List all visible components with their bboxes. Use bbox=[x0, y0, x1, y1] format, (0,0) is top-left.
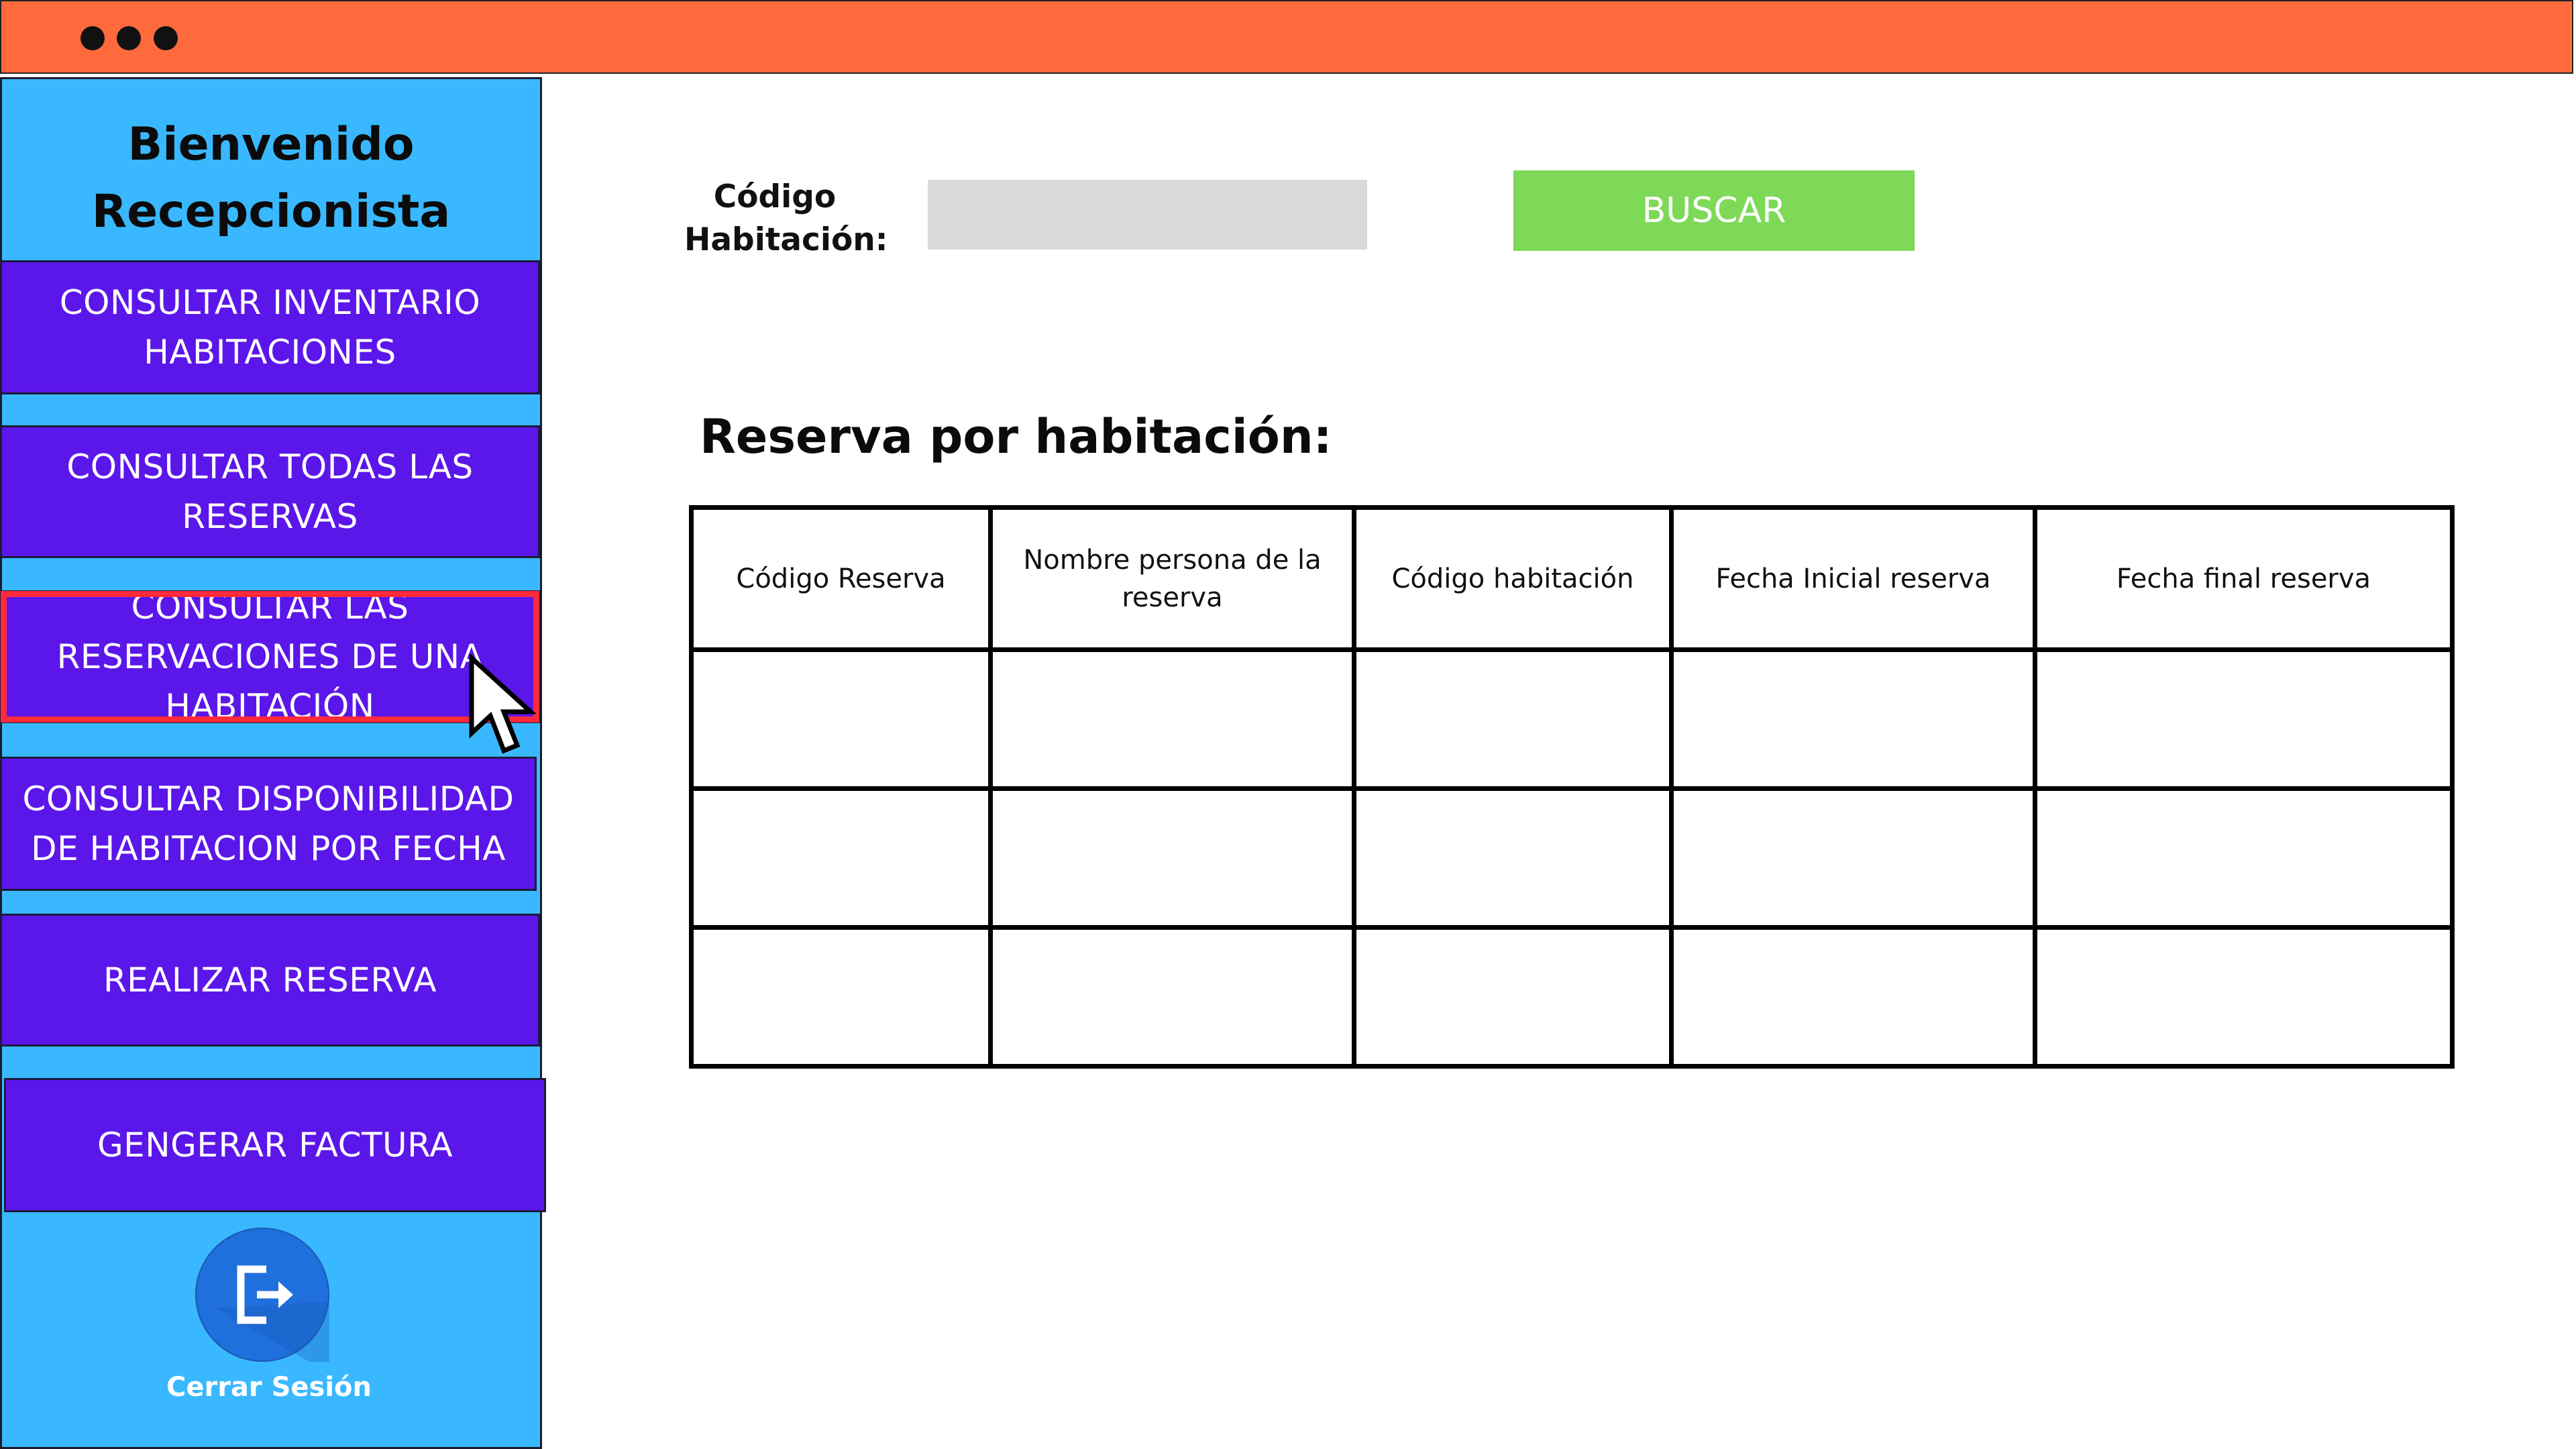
welcome-heading: Bienvenido Recepcionista bbox=[2, 111, 540, 246]
header-fecha-inicial: Fecha Inicial reserva bbox=[1669, 505, 2037, 652]
menu-button-generar-factura[interactable]: GENGERAR FACTURA bbox=[4, 1078, 546, 1212]
menu-button-disponibilidad[interactable]: CONSULTAR DISPONIBILIDAD DE HABITACION P… bbox=[0, 757, 537, 891]
header-codigo-habitacion: Código habitación bbox=[1352, 505, 1674, 652]
table-row bbox=[689, 786, 2455, 930]
table-cell bbox=[689, 647, 993, 791]
menu-button-label: CONSULTAR TODAS LAS RESERVAS bbox=[66, 447, 474, 536]
buscar-button[interactable]: BUSCAR bbox=[1513, 170, 1915, 251]
reservations-table: Código Reserva Nombre persona de la rese… bbox=[689, 505, 2455, 1069]
header-nombre-persona: Nombre persona de la reserva bbox=[988, 505, 1356, 652]
table-row bbox=[689, 647, 2455, 791]
window-dot-icon[interactable] bbox=[117, 26, 141, 50]
welcome-line-1: Bienvenido bbox=[127, 118, 415, 171]
table-cell bbox=[2033, 786, 2455, 930]
table-cell bbox=[2033, 925, 2455, 1069]
header-fecha-final: Fecha final reserva bbox=[2033, 505, 2455, 652]
table-cell bbox=[689, 925, 993, 1069]
menu-button-label: CONSULTAR INVENTARIO HABITACIONES bbox=[59, 283, 481, 372]
menu-button-consultar-reservas[interactable]: CONSULTAR TODAS LAS RESERVAS bbox=[0, 425, 540, 558]
menu-button-reservaciones-habitacion[interactable]: CONSULTAR LAS RESERVACIONES DE UNA HABIT… bbox=[0, 588, 540, 726]
mouse-pointer-icon bbox=[469, 654, 537, 754]
table-header-row: Código Reserva Nombre persona de la rese… bbox=[689, 505, 2455, 652]
table-cell bbox=[1352, 647, 1674, 791]
table-row bbox=[689, 925, 2455, 1069]
logout-label[interactable]: Cerrar Sesión bbox=[0, 1372, 538, 1403]
menu-button-label: GENGERAR FACTURA bbox=[97, 1126, 453, 1165]
table-cell bbox=[988, 786, 1356, 930]
window-dot-icon[interactable] bbox=[80, 26, 105, 50]
menu-button-realizar-reserva[interactable]: REALIZAR RESERVA bbox=[0, 914, 540, 1046]
header-codigo-reserva: Código Reserva bbox=[689, 505, 993, 652]
table-cell bbox=[1669, 786, 2037, 930]
section-title: Reserva por habitación: bbox=[700, 409, 1332, 464]
table-cell bbox=[1669, 647, 2037, 791]
welcome-line-2: Recepcionista bbox=[91, 185, 451, 238]
menu-button-label: REALIZAR RESERVA bbox=[103, 961, 437, 1000]
logout-icon bbox=[215, 1265, 329, 1362]
codigo-habitacion-input[interactable] bbox=[928, 180, 1367, 250]
menu-button-label: CONSULTAR DISPONIBILIDAD DE HABITACION P… bbox=[22, 780, 515, 868]
table-cell bbox=[1352, 925, 1674, 1069]
window-dot-icon[interactable] bbox=[154, 26, 178, 50]
window-titlebar bbox=[0, 0, 2573, 74]
table-cell bbox=[689, 786, 993, 930]
codigo-habitacion-label: Código Habitación: bbox=[684, 178, 888, 258]
menu-button-consultar-inventario[interactable]: CONSULTAR INVENTARIO HABITACIONES bbox=[0, 260, 540, 394]
menu-button-label: CONSULTAR LAS RESERVACIONES DE UNA HABIT… bbox=[56, 588, 484, 726]
table-cell bbox=[2033, 647, 2455, 791]
logout-button[interactable] bbox=[195, 1228, 329, 1362]
table-cell bbox=[988, 925, 1356, 1069]
table-cell bbox=[1669, 925, 2037, 1069]
table-cell bbox=[988, 647, 1356, 791]
table-cell bbox=[1352, 786, 1674, 930]
